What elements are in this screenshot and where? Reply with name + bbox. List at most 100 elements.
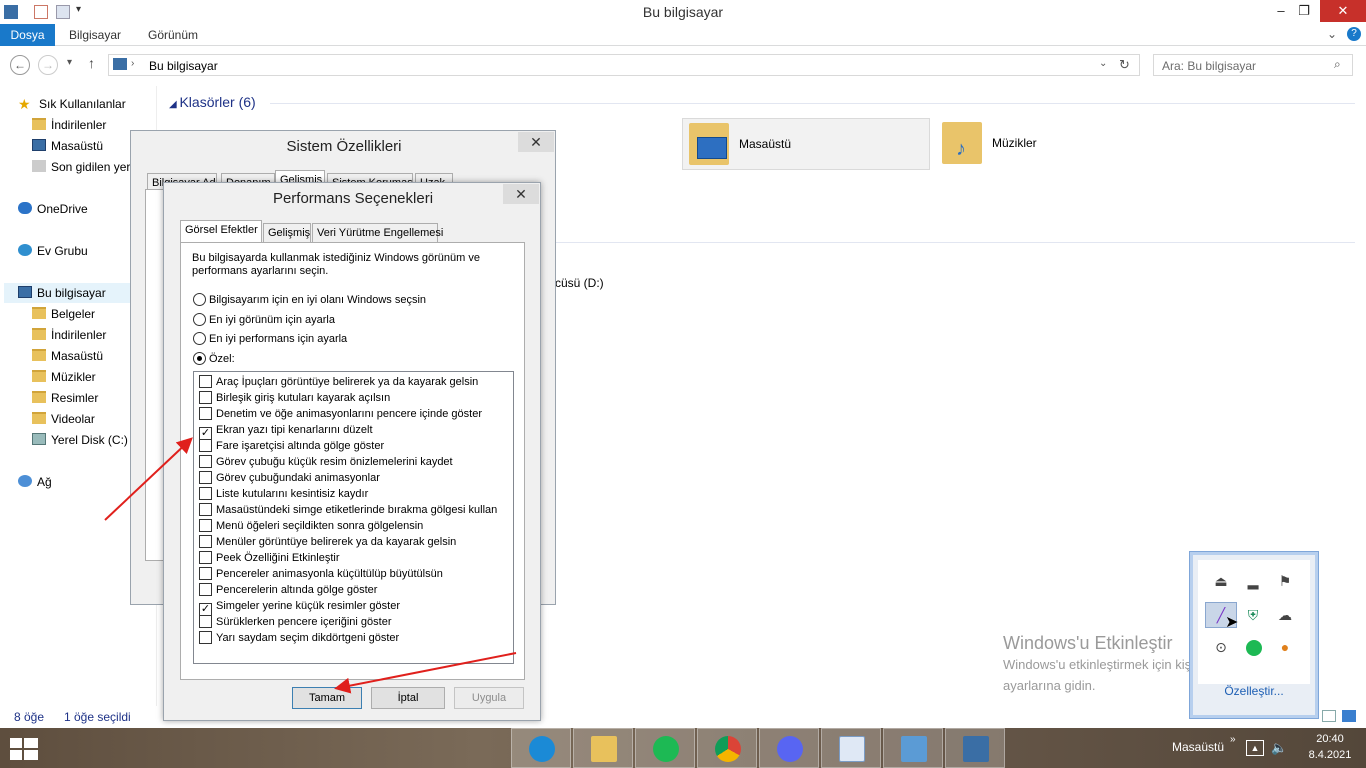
taskbar-notepad[interactable] [821,728,881,768]
visual-effects-list[interactable]: Araç İpuçları görüntüye belirerek ya da … [193,371,514,664]
taskbar-chrome[interactable] [697,728,757,768]
expand-ribbon-icon[interactable]: ⌄ [1327,27,1337,41]
taskbar-spotify[interactable] [635,728,695,768]
checkbox[interactable] [199,567,212,580]
tab-advanced[interactable]: Gelişmiş [263,223,311,242]
option-row[interactable]: Fare işaretçisi altında gölge göster [194,438,513,454]
radio-button[interactable] [193,352,206,365]
drive-label[interactable]: cüsü (D:) [555,276,604,290]
close-button[interactable]: ✕ [503,184,539,204]
nav-item-desktop[interactable]: Masaüstü [32,136,103,156]
nav-item-recent[interactable]: Son gidilen yer [32,157,130,177]
shield-icon[interactable]: ⛨ [1244,606,1262,624]
windows-start-icon[interactable] [10,738,38,760]
nav-quick-access[interactable]: ★ Sık Kullanılanlar [18,94,126,114]
radio-button[interactable] [193,293,206,306]
checkbox[interactable] [199,455,212,468]
tab-file[interactable]: Dosya [0,24,55,46]
radio-let-windows-choose[interactable]: Bilgisayarım için en iyi olanı Windows s… [193,291,426,310]
checkbox[interactable] [199,375,212,388]
checkbox[interactable] [199,471,212,484]
nav-item-downloads-pc[interactable]: İndirilenler [32,325,106,345]
nav-item-local-disk[interactable]: Yerel Disk (C:) [32,430,128,450]
option-row[interactable]: Yarı saydam seçim dikdörtgeni göster [194,630,513,646]
search-icon[interactable]: ⌕ [1334,57,1341,72]
recent-locations-icon[interactable]: ▾ [67,57,72,68]
option-row[interactable]: Menüler görüntüye belirerek ya da kayara… [194,534,513,550]
clock-date[interactable]: 8.4.2021 [1300,749,1360,761]
nav-item-desktop-pc[interactable]: Masaüstü [32,346,103,366]
taskbar-remote-desktop[interactable] [945,728,1005,768]
nav-network[interactable]: Ağ [18,472,52,492]
nav-item-videos[interactable]: Videolar [32,409,95,429]
search-input[interactable]: Ara: Bu bilgisayar ⌕ [1153,54,1353,76]
option-row[interactable]: Peek Özelliğini Etkinleştir [194,550,513,566]
tab-dep[interactable]: Veri Yürütme Engellemesi [312,223,443,242]
tab-view[interactable]: Görünüm [136,24,210,46]
folders-group-header[interactable]: ◢ Klasörler (6) [169,94,256,110]
close-button[interactable]: ✕ [518,132,554,152]
up-arrow-icon[interactable]: ↑ [88,55,95,71]
option-row[interactable]: Masaüstündeki simge etiketlerinde bırakm… [194,502,513,518]
option-row[interactable]: ✓ Simgeler yerine küçük resimler göster [194,598,513,616]
radio-best-appearance[interactable]: En iyi görünüm için ayarla [193,311,335,330]
cloud-icon[interactable]: ☁ [1276,606,1294,624]
checkbox[interactable] [199,631,212,644]
spotify-icon[interactable] [1246,640,1262,656]
controller-icon[interactable]: ⊙ [1212,638,1230,656]
tab-computer[interactable]: Bilgisayar [57,24,133,46]
checkbox[interactable] [199,615,212,628]
option-row[interactable]: Araç İpuçları görüntüye belirerek ya da … [194,374,513,390]
close-button[interactable]: ✕ [1320,0,1366,22]
option-row[interactable]: Görev çubuğundaki animasyonlar [194,470,513,486]
cancel-button[interactable]: İptal [371,687,445,709]
refresh-icon[interactable]: ↻ [1119,57,1130,73]
action-center-flag-icon[interactable]: ⚑ [1276,572,1294,590]
radio-button[interactable] [193,332,206,345]
option-row[interactable]: Görev çubuğu küçük resim önizlemelerini … [194,454,513,470]
address-field[interactable]: › Bu bilgisayar ⌄ ↻ [108,54,1140,76]
nav-item-downloads[interactable]: İndirilenler [32,115,106,135]
tab-visual-effects[interactable]: Görsel Efektler [180,220,262,242]
nav-this-pc[interactable]: Bu bilgisayar [4,283,136,303]
taskbar-control-panel[interactable] [883,728,943,768]
checkbox[interactable] [199,535,212,548]
help-icon[interactable]: ? [1347,27,1361,41]
checkbox[interactable] [199,407,212,420]
option-row[interactable]: Denetim ve öğe animasyonlarını pencere i… [194,406,513,422]
drop-icon[interactable]: ● [1276,638,1294,656]
option-row[interactable]: Menü öğeleri seçildikten sonra gölgelens… [194,518,513,534]
radio-best-performance[interactable]: En iyi performans için ayarla [193,330,347,349]
taskbar-file-explorer[interactable] [573,728,633,768]
checkbox[interactable] [199,583,212,596]
nav-onedrive[interactable]: OneDrive [18,199,88,219]
nav-homegroup[interactable]: Ev Grubu [18,241,88,261]
clock-time[interactable]: 20:40 [1300,733,1360,745]
nav-item-music[interactable]: Müzikler [32,367,96,387]
checkbox[interactable] [199,503,212,516]
option-row[interactable]: ✓ Ekran yazı tipi kenarlarını düzelt [194,422,513,440]
desktop-toolbar-label[interactable]: Masaüstü [1172,740,1224,754]
nav-item-documents[interactable]: Belgeler [32,304,95,324]
folder-tile-desktop[interactable]: Masaüstü [682,118,930,170]
details-view-icon[interactable] [1322,710,1336,722]
taskbar-discord[interactable] [759,728,819,768]
chevron-right-icon[interactable]: › [131,58,134,69]
checkbox[interactable] [199,391,212,404]
option-row[interactable]: Liste kutularını kesintisiz kaydır [194,486,513,502]
show-hidden-icons-button[interactable]: ▲ [1246,740,1264,756]
radio-button[interactable] [193,313,206,326]
large-icons-view-icon[interactable] [1342,710,1356,722]
forward-button[interactable]: → [38,55,58,75]
checkbox[interactable] [199,551,212,564]
nav-item-pictures[interactable]: Resimler [32,388,98,408]
radio-custom[interactable]: Özel: [193,350,235,369]
maximize-button[interactable]: ❐ [1289,0,1319,22]
ok-button[interactable]: Tamam [292,687,362,709]
customize-link[interactable]: Özelleştir... [1190,684,1318,698]
option-row[interactable]: Birleşik giriş kutuları kayarak açılsın [194,390,513,406]
taskbar-edge[interactable] [511,728,571,768]
toolbar-expand-icon[interactable]: » [1230,734,1236,745]
checkbox[interactable] [199,519,212,532]
option-row[interactable]: Sürüklerken pencere içeriğini göster [194,614,513,630]
